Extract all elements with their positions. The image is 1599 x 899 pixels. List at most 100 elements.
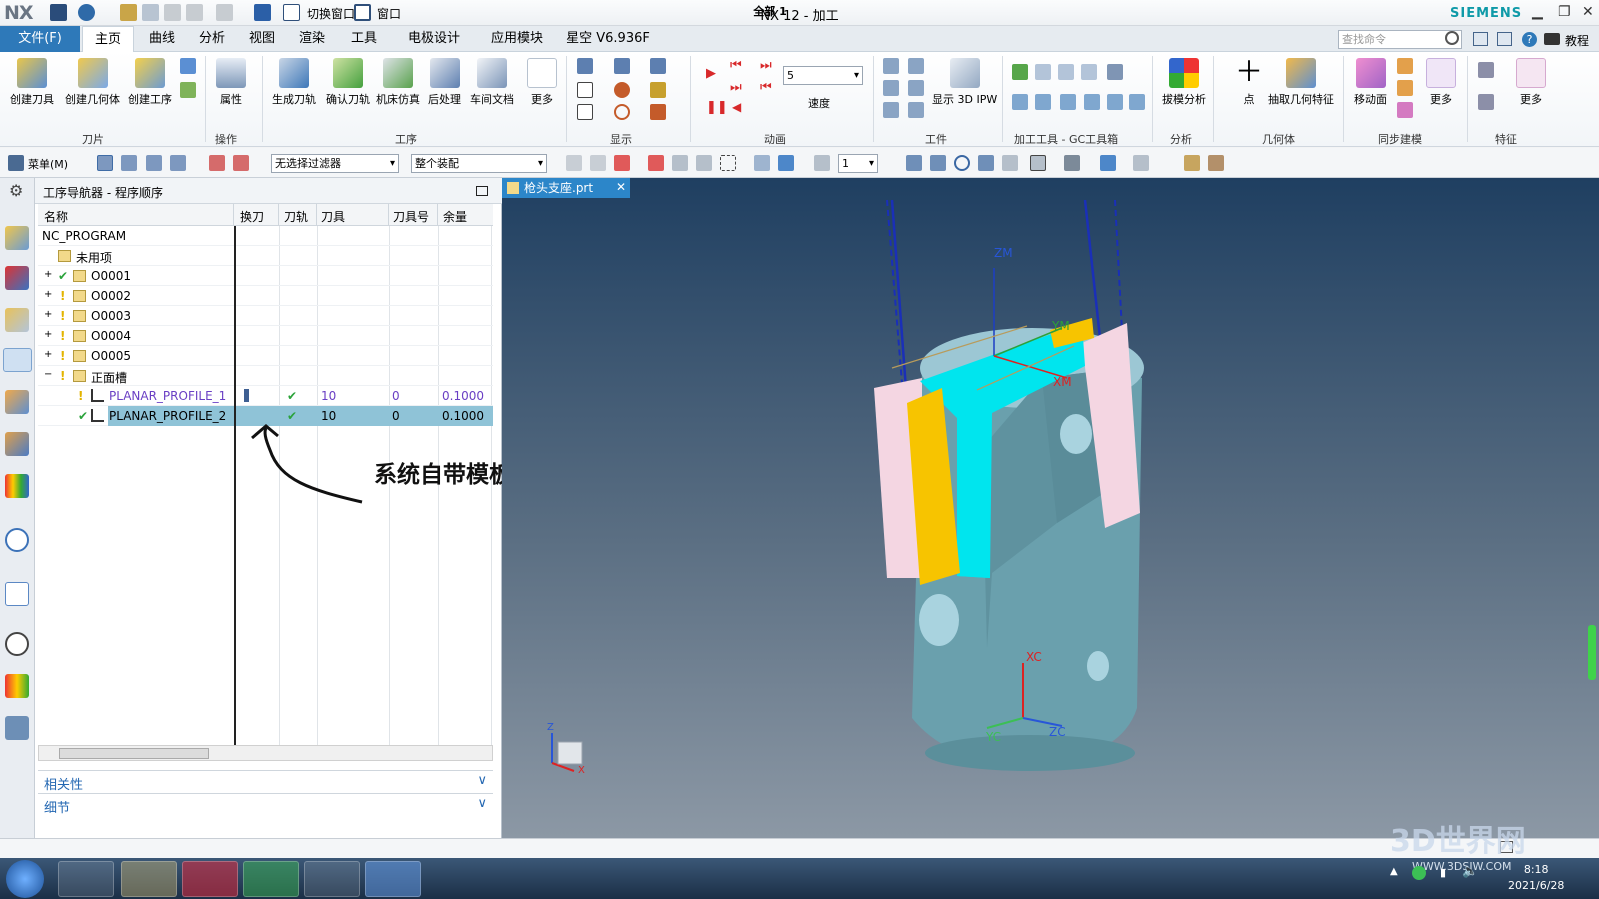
window-layout-icon[interactable]	[1497, 32, 1512, 46]
tutorial-label[interactable]: 教程	[1565, 32, 1589, 49]
nav-program-view-icon[interactable]	[97, 155, 113, 171]
gc-tool-icon-6[interactable]	[1035, 94, 1051, 110]
constraint-navigator-icon[interactable]	[5, 266, 29, 290]
tree-row-o0003[interactable]: + ! O0003	[38, 306, 493, 326]
tab-xingkong-plugin[interactable]: 星空 V6.936F	[562, 26, 654, 52]
render-style-icon[interactable]	[1064, 155, 1080, 171]
part-model[interactable]	[502, 198, 1599, 838]
expand-icon[interactable]: +	[44, 349, 52, 360]
view-icon-2[interactable]	[778, 155, 794, 171]
show-3d-ipw-button[interactable]: 显示 3D IPW	[932, 58, 997, 107]
column-stock[interactable]: 余量	[443, 208, 467, 225]
gc-tool-icon-5[interactable]	[1012, 94, 1028, 110]
move-face-button[interactable]: 移动面	[1354, 58, 1387, 107]
type-filter-select[interactable]: 无选择过滤器	[271, 154, 399, 173]
snap-icon-5[interactable]	[672, 155, 688, 171]
column-tool-change[interactable]: 换刀	[240, 208, 264, 225]
gc-tool-icon-9[interactable]	[1107, 94, 1123, 110]
layer-icon[interactable]	[814, 155, 830, 171]
taskbar-app-3[interactable]	[182, 861, 238, 897]
step-back-icon[interactable]: ⏮	[730, 58, 742, 73]
background-icon[interactable]	[1100, 155, 1116, 171]
feature-icon-2[interactable]	[1478, 94, 1494, 110]
gear-icon[interactable]: ⚙	[9, 181, 23, 200]
workpiece-icon-1[interactable]	[883, 58, 899, 74]
taskbar-app-4[interactable]	[243, 861, 299, 897]
clip-icon[interactable]	[1133, 155, 1149, 171]
tray-network-icon[interactable]	[1412, 866, 1426, 880]
machine-simulation-button[interactable]: 机床仿真	[376, 58, 420, 107]
menu-button[interactable]: 菜单(M)	[28, 156, 68, 172]
ruler-icon[interactable]	[1208, 155, 1224, 171]
operation-navigator-icon[interactable]	[3, 348, 32, 372]
filter-icon-2[interactable]	[233, 155, 249, 171]
file-menu[interactable]: 文件(F)	[0, 26, 80, 52]
column-tool[interactable]: 刀具	[321, 208, 345, 225]
perspective-icon[interactable]	[1002, 155, 1018, 171]
properties-button[interactable]: 属性	[216, 58, 246, 107]
details-panel[interactable]: 细节 ∨	[38, 793, 493, 816]
pause-icon[interactable]: ❚❚	[706, 100, 728, 115]
box-select-icon[interactable]	[720, 155, 736, 171]
workpiece-icon-4[interactable]	[908, 58, 924, 74]
snap-icon-6[interactable]	[696, 155, 712, 171]
search-icon[interactable]	[1445, 31, 1459, 45]
expand-icon[interactable]: +	[44, 269, 52, 280]
web-browser-icon[interactable]	[5, 528, 29, 552]
display-line-icon[interactable]	[650, 104, 666, 120]
signal-icon[interactable]: ▮	[1440, 866, 1446, 879]
nav-machine-view-icon[interactable]	[121, 155, 137, 171]
nav-method-view-icon[interactable]	[170, 155, 186, 171]
create-operation-button[interactable]: 创建工序	[128, 58, 172, 107]
reuse-library-icon[interactable]	[5, 432, 29, 456]
sync-icon-2[interactable]	[1397, 80, 1413, 96]
workpiece-icon-2[interactable]	[883, 80, 899, 96]
draft-analysis-button[interactable]: 拔模分析	[1162, 58, 1206, 107]
part-navigator-icon[interactable]	[5, 308, 29, 332]
taskbar-nx[interactable]	[365, 861, 421, 897]
tree-row-o0005[interactable]: + ! O0005	[38, 346, 493, 366]
taskbar-file-explorer[interactable]	[121, 861, 177, 897]
snap-icon-1[interactable]	[566, 155, 582, 171]
verify-toolpath-button[interactable]: 确认刀轨	[326, 58, 370, 107]
close-icon[interactable]: ✕	[1582, 4, 1594, 20]
nav-geometry-view-icon[interactable]	[146, 155, 162, 171]
tab-home[interactable]: 主页	[82, 26, 134, 52]
reverse-icon[interactable]: ◀	[732, 100, 741, 114]
tab-tools[interactable]: 工具	[342, 26, 386, 52]
measure-icon[interactable]	[1184, 155, 1200, 171]
history-icon[interactable]	[5, 582, 29, 606]
workpiece-icon-3[interactable]	[883, 102, 899, 118]
more-sync-button[interactable]: 更多	[1426, 58, 1456, 107]
create-program-icon[interactable]	[180, 82, 196, 98]
tree-row-o0002[interactable]: + ! O0002	[38, 286, 493, 306]
command-search-input[interactable]: 查找命令	[1338, 30, 1462, 49]
work-layer-select[interactable]: 1	[838, 154, 878, 173]
display-ipw-icon[interactable]	[577, 104, 593, 120]
orient-view-icon[interactable]	[1030, 155, 1046, 171]
tab-render[interactable]: 渲染	[290, 26, 334, 52]
filter-icon-1[interactable]	[209, 155, 225, 171]
gc-tool-icon-1[interactable]	[1035, 64, 1051, 80]
collapse-icon[interactable]: −	[44, 369, 52, 380]
fit-icon[interactable]	[906, 155, 922, 171]
hd3d-tools-icon[interactable]	[5, 474, 29, 498]
help-icon[interactable]: ?	[1522, 32, 1537, 47]
more-operation-button[interactable]: 更多	[527, 58, 557, 107]
system-material-icon[interactable]	[5, 674, 29, 698]
display-toolpath-icon[interactable]	[577, 58, 593, 74]
tab-curve[interactable]: 曲线	[140, 26, 184, 52]
tab-electrode-design[interactable]: 电极设计	[398, 26, 470, 52]
animation-speed-select[interactable]: 5	[783, 66, 863, 85]
gc-tool-icon-7[interactable]	[1060, 94, 1076, 110]
tab-analysis[interactable]: 分析	[190, 26, 234, 52]
taskbar-app-5[interactable]	[304, 861, 360, 897]
scope-select[interactable]: 整个装配	[411, 154, 547, 173]
tutorial-icon[interactable]	[1544, 33, 1560, 45]
gc-tool-icon-2[interactable]	[1058, 64, 1074, 80]
snap-icon-3[interactable]	[614, 155, 630, 171]
restore-icon[interactable]: ❐	[1558, 4, 1571, 20]
expand-icon[interactable]: +	[44, 329, 52, 340]
generate-toolpath-button[interactable]: 生成刀轨	[272, 58, 316, 107]
workpiece-icon-6[interactable]	[908, 102, 924, 118]
